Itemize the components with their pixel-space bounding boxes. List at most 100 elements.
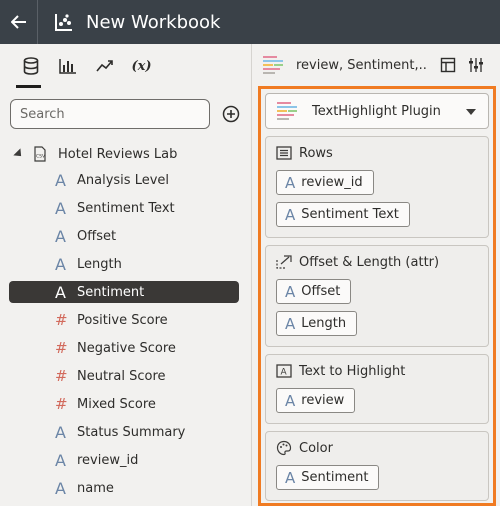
attribute-icon: A [55, 226, 66, 246]
section-text-highlight: A Text to Highlight Areview [265, 354, 489, 424]
function-icon: (x) [131, 58, 152, 74]
attribute-icon: A [55, 450, 66, 470]
pill-review[interactable]: Areview [276, 388, 356, 413]
text-icon: A [276, 364, 292, 378]
tab-analytics[interactable] [86, 44, 123, 88]
attribute-icon: A [285, 173, 296, 192]
column-item[interactable]: A Sentiment [9, 281, 239, 303]
column-item[interactable]: # Neutral Score [0, 362, 251, 390]
database-icon [23, 57, 38, 75]
data-panel: (x) CSV Hotel Reviews Lab A Analysis Leve… [0, 44, 251, 506]
grammar-drop-area: TextHighlight Plugin Rows Areview_id A Se… [258, 86, 496, 506]
attribute-icon: A [55, 170, 66, 190]
measure-icon: # [55, 367, 68, 385]
section-color-header: Color [276, 438, 478, 458]
workbook-title: New Workbook [86, 11, 221, 33]
section-rows: Rows Areview_id A Sentiment Text [265, 136, 489, 238]
column-item[interactable]: A Status Summary [0, 418, 251, 446]
column-item[interactable]: A Analysis Level [0, 166, 251, 194]
text-highlight-plugin-icon [277, 102, 297, 120]
section-rows-header: Rows [276, 143, 478, 163]
viz-type-label: TextHighlight Plugin [312, 103, 441, 119]
column-label: Sentiment [77, 284, 145, 300]
attribute-icon: A [285, 314, 296, 333]
tab-data[interactable] [12, 44, 49, 88]
data-panel-tabs: (x) [0, 44, 251, 88]
section-rows-title: Rows [299, 145, 333, 161]
arrow-left-icon [10, 15, 26, 29]
measure-icon: # [55, 311, 68, 329]
measure-icon: # [55, 395, 68, 413]
column-item[interactable]: A Sentiment Text [0, 194, 251, 222]
section-offset-title: Offset & Length (attr) [299, 254, 440, 270]
search-row [10, 99, 245, 129]
workbook-icon [55, 14, 72, 31]
trend-icon [95, 60, 113, 72]
column-label: review_id [77, 452, 139, 468]
column-label: Positive Score [77, 312, 168, 328]
rows-icon [276, 146, 292, 160]
attribute-icon: A [55, 478, 66, 498]
section-offset-header: Offset & Length (attr) [276, 252, 478, 272]
properties-icon[interactable] [468, 57, 484, 73]
column-label: Negative Score [77, 340, 176, 356]
section-offset-length: Offset & Length (attr) A Offset A Length [265, 245, 489, 347]
column-label: name [77, 480, 114, 496]
svg-text:A: A [281, 368, 288, 378]
column-label: Mixed Score [77, 396, 156, 412]
pill-review-id[interactable]: Areview_id [276, 170, 374, 195]
pill-offset[interactable]: A Offset [276, 279, 352, 304]
section-color: Color A Sentiment [265, 431, 489, 501]
attribute-icon: A [55, 422, 66, 442]
column-item[interactable]: Areview_id [0, 446, 251, 474]
column-label: Offset [77, 228, 117, 244]
measure-icon: # [55, 339, 68, 357]
column-label: Neutral Score [77, 368, 166, 384]
section-color-title: Color [299, 440, 333, 456]
data-source-name: Hotel Reviews Lab [58, 146, 178, 162]
viz-type-select[interactable]: TextHighlight Plugin [265, 93, 489, 129]
column-item[interactable]: Aname [0, 474, 251, 502]
add-data-icon[interactable] [222, 105, 240, 123]
section-text-header: A Text to Highlight [276, 361, 478, 381]
layout-icon[interactable] [440, 57, 456, 73]
attribute-icon: A [285, 205, 296, 224]
section-text-title: Text to Highlight [299, 363, 406, 379]
attribute-icon: A [285, 391, 296, 410]
pill-length[interactable]: A Length [276, 311, 358, 336]
attribute-icon: A [55, 198, 66, 218]
search-input[interactable] [10, 99, 210, 129]
chevron-down-icon [466, 109, 476, 115]
text-highlight-thumbnail-icon [263, 56, 283, 74]
offset-length-icon [276, 255, 292, 269]
column-label: Status Summary [77, 424, 186, 440]
column-label: Length [77, 256, 122, 272]
csv-file-icon: CSV [34, 146, 46, 162]
palette-icon [276, 440, 292, 456]
column-item[interactable]: # Negative Score [0, 334, 251, 362]
column-item[interactable]: # Positive Score [0, 306, 251, 334]
top-bar: New Workbook [0, 0, 500, 44]
tab-visualizations[interactable] [49, 44, 86, 88]
data-element-tree: CSV Hotel Reviews Lab A Analysis Level A Se… [0, 142, 251, 502]
grammar-panel: review, Sentiment,... TextHighlight Plug… [252, 44, 500, 506]
column-label: Sentiment Text [77, 200, 175, 216]
column-item[interactable]: A Offset [0, 222, 251, 250]
pill-sentiment[interactable]: A Sentiment [276, 465, 380, 490]
column-item[interactable]: A Length [0, 250, 251, 278]
data-source-row[interactable]: CSV Hotel Reviews Lab [0, 142, 251, 166]
pill-sentiment-text[interactable]: A Sentiment Text [276, 202, 410, 227]
tab-calculations[interactable]: (x) [123, 44, 160, 88]
svg-text:CSV: CSV [36, 154, 46, 160]
attribute-icon: A [285, 282, 296, 301]
column-list: A Analysis Level A Sentiment Text A Offset A Le… [0, 166, 251, 502]
bar-chart-icon [58, 59, 76, 74]
attribute-icon: A [55, 254, 66, 274]
back-button[interactable] [0, 0, 38, 44]
attribute-icon: A [55, 282, 66, 302]
viz-header: review, Sentiment,... [252, 44, 500, 86]
column-item[interactable]: # Mixed Score [0, 390, 251, 418]
attribute-icon: A [285, 468, 296, 487]
viz-header-text: review, Sentiment,... [296, 57, 428, 73]
collapse-caret-icon[interactable] [13, 148, 25, 160]
